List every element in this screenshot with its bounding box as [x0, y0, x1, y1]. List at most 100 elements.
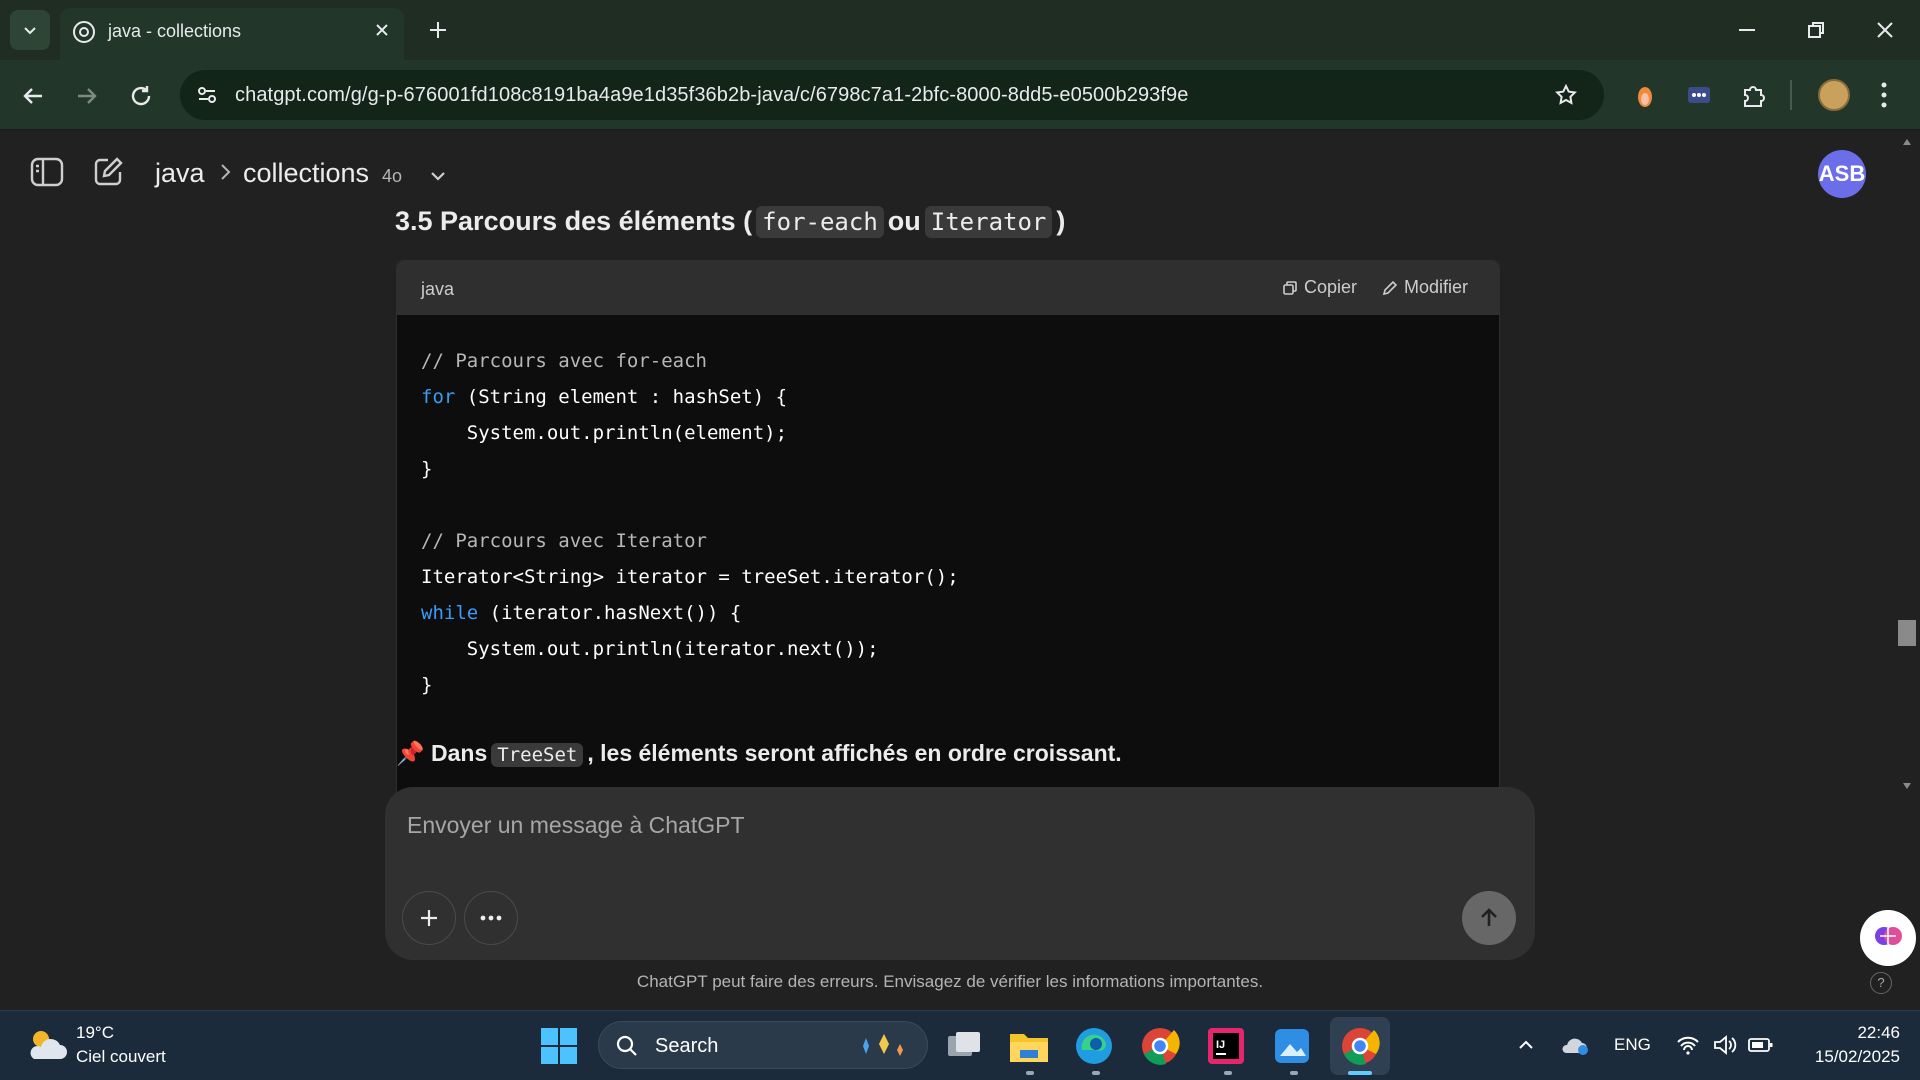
- profile-avatar-icon[interactable]: [1818, 79, 1850, 111]
- weather-description[interactable]: Ciel couvert: [76, 1047, 166, 1067]
- wifi-icon[interactable]: [1676, 1035, 1700, 1055]
- note-text: Dans: [431, 740, 488, 766]
- clock-date[interactable]: 15/02/2025: [1796, 1047, 1900, 1067]
- heading-text: 3.5 Parcours des éléments (: [395, 206, 753, 236]
- sidebar-toggle-icon[interactable]: [30, 156, 64, 188]
- extensions-puzzle-icon[interactable]: [1740, 82, 1766, 108]
- task-view-icon[interactable]: [944, 1026, 984, 1066]
- photos-app-icon[interactable]: [1272, 1026, 1312, 1066]
- copilot-sparkle-icon: [853, 1032, 913, 1060]
- taskbar-search[interactable]: Search: [598, 1021, 928, 1069]
- back-arrow-icon[interactable]: [20, 83, 46, 109]
- running-indicator: [1290, 1071, 1298, 1075]
- bookmark-star-icon[interactable]: [1554, 83, 1578, 107]
- inline-code: TreeSet: [491, 743, 584, 767]
- minimize-window-icon[interactable]: [1735, 18, 1759, 42]
- chat-page: java collections 4o ASB 3.5 Parcours des…: [0, 130, 1920, 1010]
- edit-label: Modifier: [1404, 277, 1469, 297]
- restore-window-icon[interactable]: [1804, 18, 1828, 42]
- plus-icon: [421, 910, 437, 926]
- floating-extension-button[interactable]: [1860, 910, 1916, 966]
- chatgpt-favicon-icon: [72, 20, 96, 44]
- windows-start-icon[interactable]: [540, 1027, 578, 1065]
- code-line: while (iterator.hasNext()) {: [421, 602, 742, 624]
- volume-icon[interactable]: [1712, 1033, 1738, 1057]
- site-settings-icon[interactable]: [196, 84, 218, 106]
- section-heading: 3.5 Parcours des éléments (for-each ou Ite…: [395, 206, 1065, 238]
- breadcrumb-chat-title[interactable]: collections: [243, 158, 369, 189]
- close-window-icon[interactable]: [1873, 18, 1897, 42]
- browser-tab-bar: java - collections: [0, 0, 1920, 60]
- code-line: // Parcours avec for-each: [421, 343, 959, 379]
- message-composer: [385, 787, 1535, 960]
- attach-button[interactable]: [402, 891, 456, 945]
- search-icon: [615, 1034, 639, 1058]
- browser-tab-active[interactable]: java - collections: [60, 8, 404, 60]
- code-line: System.out.println(iterator.next());: [421, 638, 879, 660]
- user-avatar[interactable]: ASB: [1818, 150, 1866, 198]
- edit-code-button[interactable]: Modifier: [1382, 277, 1468, 298]
- svg-text:IJ: IJ: [1216, 1039, 1225, 1051]
- message-input[interactable]: [407, 805, 1407, 845]
- chevron-down-icon: [24, 27, 36, 35]
- code-comment: // Parcours avec for-each: [421, 350, 707, 372]
- copy-code-button[interactable]: Copier: [1282, 277, 1357, 298]
- clock-time[interactable]: 22:46: [1820, 1023, 1900, 1043]
- code-line: Iterator<String> iterator = treeSet.iter…: [421, 566, 959, 588]
- show-hidden-icons-chevron-icon[interactable]: [1516, 1035, 1536, 1055]
- forward-arrow-icon[interactable]: [74, 83, 100, 109]
- code-content: // Parcours avec for-each for (String ele…: [421, 343, 959, 703]
- inline-code: Iterator: [924, 206, 1053, 238]
- code-line: }: [421, 674, 433, 696]
- tab-close-icon[interactable]: [372, 20, 392, 40]
- onedrive-icon[interactable]: [1560, 1033, 1590, 1057]
- file-explorer-icon[interactable]: [1008, 1026, 1050, 1066]
- reload-icon[interactable]: [128, 83, 154, 109]
- edge-browser-icon[interactable]: [1074, 1026, 1114, 1066]
- browser-menu-icon[interactable]: [1880, 81, 1888, 109]
- help-icon[interactable]: ?: [1870, 972, 1892, 994]
- disclaimer-text: ChatGPT peut faire des erreurs. Envisage…: [636, 972, 1264, 991]
- inline-code: for-each: [756, 206, 884, 238]
- copy-icon: [1283, 280, 1297, 295]
- new-tab-icon[interactable]: [426, 18, 450, 42]
- search-label: Search: [655, 1035, 719, 1057]
- extension-icon[interactable]: [1634, 80, 1656, 110]
- weather-cloud-icon[interactable]: [24, 1025, 68, 1065]
- weather-temperature[interactable]: 19°C: [76, 1023, 114, 1043]
- windows-taskbar: 19°C Ciel couvert Search IJ ENG 22:46 15…: [0, 1010, 1920, 1080]
- running-indicator: [1092, 1071, 1100, 1075]
- arrow-up-icon: [1481, 908, 1497, 926]
- scrollbar-thumb[interactable]: [1898, 620, 1916, 646]
- pencil-icon: [1382, 280, 1398, 295]
- scroll-down-arrow-icon[interactable]: [1902, 782, 1912, 790]
- code-line: for (String element : hashSet) {: [421, 386, 788, 408]
- code-keyword: for: [421, 386, 456, 408]
- code-line: }: [421, 458, 433, 480]
- heading-text: ou: [887, 206, 921, 236]
- tab-search-button[interactable]: [10, 10, 50, 50]
- scroll-up-arrow-icon[interactable]: [1902, 138, 1912, 146]
- browser-toolbar: chatgpt.com/g/g-p-676001fd108c8191ba4a9e…: [0, 60, 1920, 130]
- new-chat-icon[interactable]: [92, 156, 124, 188]
- running-indicator: [1026, 1071, 1034, 1075]
- breadcrumb-project[interactable]: java: [155, 158, 205, 189]
- input-language[interactable]: ENG: [1614, 1035, 1651, 1055]
- url-text[interactable]: chatgpt.com/g/g-p-676001fd108c8191ba4a9e…: [235, 84, 1189, 107]
- note-text: , les éléments seront affichés en ordre …: [587, 740, 1122, 766]
- address-bar[interactable]: chatgpt.com/g/g-p-676001fd108c8191ba4a9e…: [180, 70, 1604, 120]
- chrome-active-app[interactable]: [1330, 1017, 1390, 1075]
- tools-button[interactable]: [464, 891, 518, 945]
- code-block-header: java Copier Modifier: [397, 261, 1499, 315]
- copy-label: Copier: [1304, 277, 1358, 297]
- model-chevron-down-icon[interactable]: [428, 166, 448, 186]
- intellij-idea-icon[interactable]: IJ: [1206, 1026, 1246, 1066]
- model-badge[interactable]: 4o: [382, 166, 402, 187]
- send-button[interactable]: [1462, 891, 1516, 945]
- tab-title: java - collections: [108, 21, 242, 41]
- password-manager-icon[interactable]: [1686, 82, 1712, 108]
- chrome-profile-icon[interactable]: [1140, 1026, 1180, 1066]
- more-horizontal-icon: [480, 915, 502, 921]
- battery-icon[interactable]: [1748, 1035, 1774, 1055]
